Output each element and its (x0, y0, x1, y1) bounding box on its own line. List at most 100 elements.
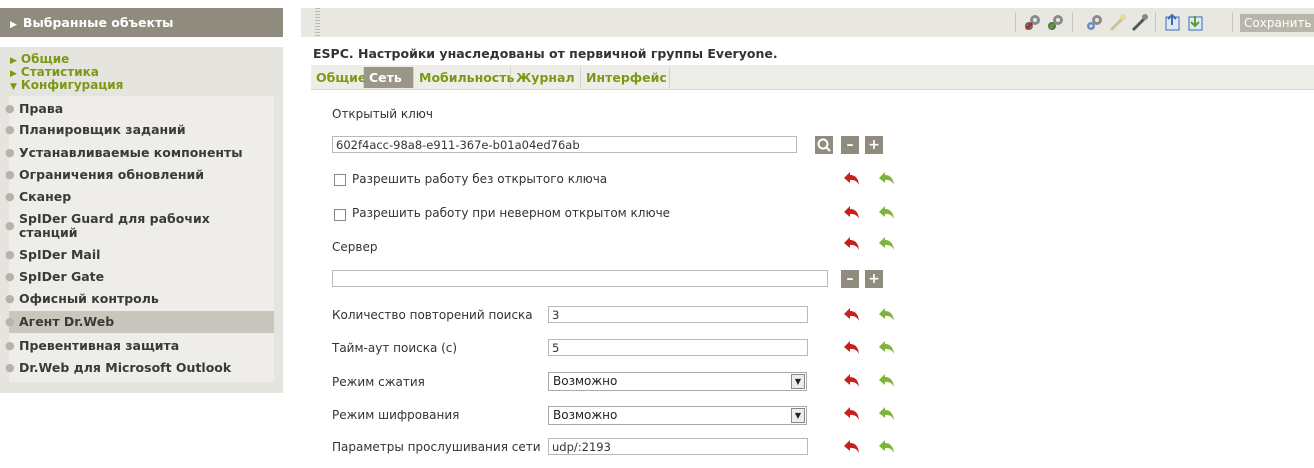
encryption-label: Режим шифрования (332, 408, 460, 422)
tab-general[interactable]: Общие (311, 67, 366, 88)
sidebar-item-preventive-protection[interactable]: ● Превентивная защита (5, 337, 274, 355)
encryption-restore-inherited-icon[interactable] (878, 406, 896, 422)
gears-config-icon[interactable] (1085, 13, 1105, 32)
compression-label: Режим сжатия (332, 375, 425, 389)
sidebar-item-spider-guard[interactable]: ● SpIDer Guard для рабочих станций (5, 210, 274, 240)
timeout-restore-inherited-icon[interactable] (878, 340, 896, 356)
compression-select[interactable]: Возможно ▼ (548, 372, 807, 391)
compression-restore-inherited-icon[interactable] (878, 373, 896, 389)
remove-server-button[interactable]: – (841, 270, 859, 288)
toolbar-separator (1015, 12, 1016, 32)
retry-count-restore-inherited-icon[interactable] (878, 307, 896, 323)
server-field[interactable] (332, 270, 828, 287)
allow-wrong-key-checkbox[interactable] (334, 209, 346, 221)
minus-icon: – (846, 271, 854, 287)
sidebar-item-office-control[interactable]: ● Офисный контроль (5, 290, 274, 308)
server-label: Сервер (332, 240, 378, 254)
encryption-select[interactable]: Возможно ▼ (548, 406, 807, 425)
allow-no-key-checkbox[interactable] (334, 174, 346, 186)
tab-network[interactable]: Сеть (364, 67, 414, 88)
toolbar-separator (1232, 12, 1233, 32)
sidebar-item-label: SpIDer Guard для рабочих станций (19, 211, 210, 240)
triangle-right-icon: ▶ (10, 56, 17, 66)
listen-params-restore-inherited-icon[interactable] (878, 439, 896, 455)
dropdown-arrow-icon: ▼ (791, 408, 805, 423)
sidebar-item-rights[interactable]: ● Права (5, 100, 274, 118)
listen-params-field[interactable] (548, 438, 808, 455)
export-icon[interactable] (1163, 13, 1183, 32)
public-key-label: Открытый ключ (332, 107, 433, 121)
listen-params-label: Параметры прослушивания сети (332, 440, 541, 454)
sidebar-item-installable-components[interactable]: ● Устанавливаемые компоненты (5, 144, 274, 162)
wand-dark-icon[interactable] (1130, 13, 1150, 32)
retry-count-reset-default-icon[interactable] (843, 307, 861, 323)
search-key-button[interactable] (815, 136, 833, 154)
bullet-icon: ● (5, 168, 15, 181)
sidebar-item-spider-mail[interactable]: ● SpIDer Mail (5, 246, 274, 264)
search-icon (817, 138, 831, 152)
sidebar-item-spider-gate[interactable]: ● SpIDer Gate (5, 268, 274, 286)
timeout-field[interactable] (548, 339, 808, 356)
bullet-icon: ● (5, 219, 15, 232)
sidebar-item-label: SpIDer Gate (19, 269, 105, 284)
retry-count-label: Количество повторений поиска (332, 308, 533, 322)
toolbar-grip[interactable] (315, 8, 320, 37)
timeout-reset-default-icon[interactable] (843, 340, 861, 356)
server-restore-inherited-icon[interactable] (878, 236, 896, 252)
sidebar-item-label: Сканер (19, 189, 72, 204)
sidebar-item-label: Ограничения обновлений (19, 167, 205, 182)
server-reset-default-icon[interactable] (843, 236, 861, 252)
gears-red-icon[interactable] (1023, 13, 1043, 32)
category-label: Общие (20, 52, 70, 66)
allow-no-key-reset-default-icon[interactable] (843, 171, 861, 187)
sidebar-header[interactable]: ▶ Выбранные объекты (0, 8, 283, 37)
bullet-icon: ● (5, 248, 15, 261)
sidebar-category-configuration[interactable]: ▼ Конфигурация (10, 79, 123, 94)
sidebar-item-scanner[interactable]: ● Сканер (5, 188, 274, 206)
tab-mobility[interactable]: Мобильность (414, 67, 514, 88)
compression-reset-default-icon[interactable] (843, 373, 861, 389)
encryption-reset-default-icon[interactable] (843, 406, 861, 422)
page-title: ESPC. Настройки унаследованы от первично… (313, 46, 778, 61)
sidebar-header-label: Выбранные объекты (22, 15, 174, 30)
tab-log[interactable]: Журнал (511, 67, 581, 88)
allow-wrong-key-restore-inherited-icon[interactable] (878, 205, 896, 221)
allow-wrong-key-label: Разрешить работу при неверном открытом к… (352, 206, 671, 220)
save-button[interactable]: Сохранить (1240, 14, 1314, 32)
remove-key-button[interactable]: – (841, 136, 859, 154)
allow-wrong-key-reset-default-icon[interactable] (843, 205, 861, 221)
retry-count-field[interactable] (548, 306, 808, 323)
bullet-icon: ● (5, 339, 15, 352)
bullet-icon: ● (5, 123, 15, 136)
sidebar-item-label: Агент Dr.Web (19, 314, 115, 329)
toolbar-separator (1155, 12, 1156, 32)
sidebar-item-label: Dr.Web для Microsoft Outlook (19, 360, 232, 375)
sidebar-item-update-restrictions[interactable]: ● Ограничения обновлений (5, 166, 274, 184)
sidebar-item-label: Офисный контроль (19, 291, 159, 306)
add-key-button[interactable]: + (865, 136, 883, 154)
triangle-down-icon: ▼ (10, 82, 17, 92)
gears-green-icon[interactable] (1046, 13, 1066, 32)
wand-icon[interactable] (1108, 13, 1128, 32)
listen-params-reset-default-icon[interactable] (843, 439, 861, 455)
sidebar-item-drweb-agent[interactable]: ● Агент Dr.Web (5, 311, 274, 333)
import-icon[interactable] (1186, 13, 1206, 32)
encryption-selected-value: Возможно (553, 408, 618, 422)
triangle-right-icon: ▶ (10, 69, 17, 79)
plus-icon: + (868, 137, 880, 153)
add-server-button[interactable]: + (865, 270, 883, 288)
tab-interface[interactable]: Интерфейс (581, 67, 670, 88)
allow-no-key-label: Разрешить работу без открытого ключа (352, 172, 608, 186)
category-label: Конфигурация (20, 78, 124, 92)
sidebar-item-drweb-outlook[interactable]: ● Dr.Web для Microsoft Outlook (5, 359, 274, 377)
plus-icon: + (868, 271, 880, 287)
sidebar-item-label: Превентивная защита (19, 338, 180, 353)
public-key-field[interactable] (332, 136, 797, 153)
sidebar-item-label: Устанавливаемые компоненты (19, 145, 243, 160)
sidebar-config-items: ● Права ● Планировщик заданий ● Устанавлива… (5, 96, 274, 382)
dropdown-arrow-icon: ▼ (791, 374, 805, 389)
bullet-icon: ● (5, 190, 15, 203)
sidebar-item-label: Права (19, 101, 64, 116)
sidebar-item-scheduler[interactable]: ● Планировщик заданий (5, 121, 274, 139)
allow-no-key-restore-inherited-icon[interactable] (878, 171, 896, 187)
